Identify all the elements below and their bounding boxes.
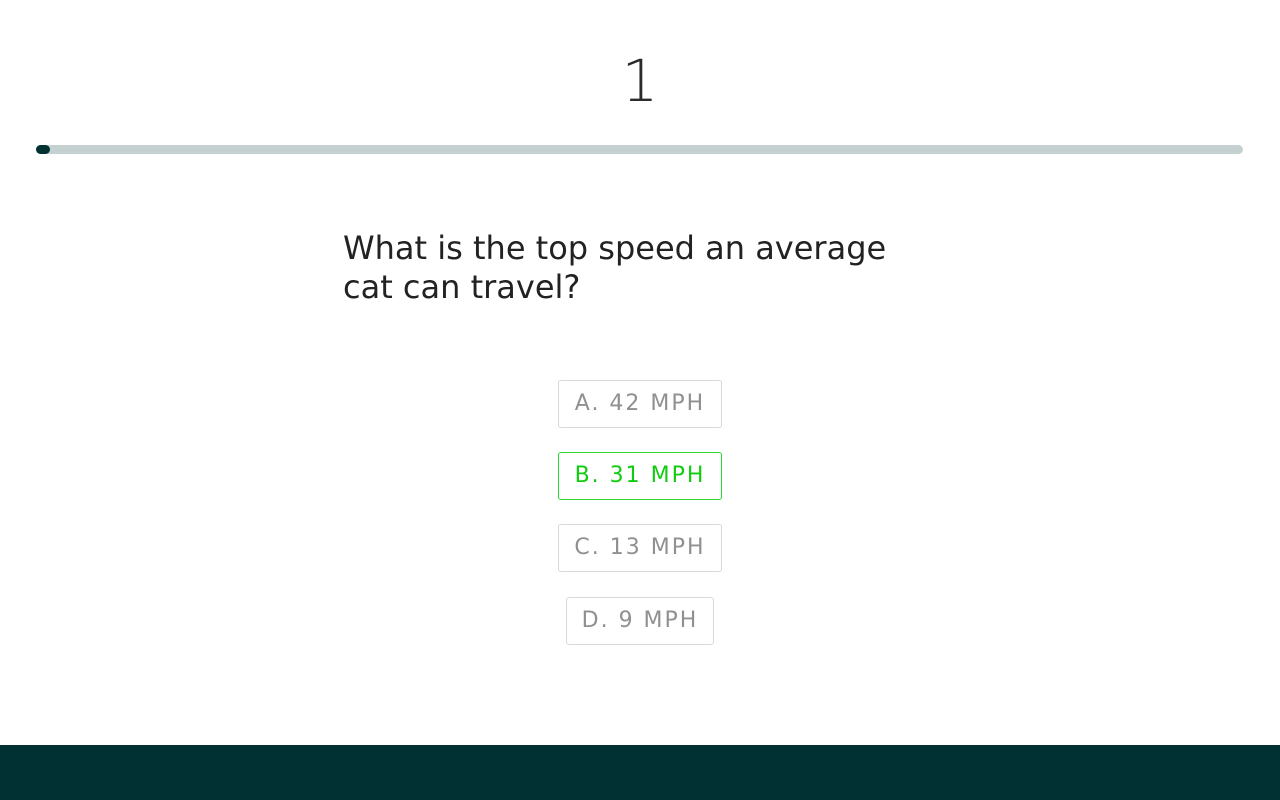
answer-option-c[interactable]: C. 13 MPH	[558, 524, 722, 572]
quiz-page: 1 What is the top speed an average cat c…	[0, 0, 1280, 800]
question-number: 1	[621, 47, 659, 115]
answer-option-a[interactable]: A. 42 MPH	[558, 380, 722, 428]
progress-bar	[36, 145, 1243, 154]
answer-option-d[interactable]: D. 9 MPH	[566, 597, 714, 645]
progress-bar-fill	[36, 145, 50, 154]
answer-option-b[interactable]: B. 31 MPH	[558, 452, 722, 500]
footer-bar	[0, 745, 1280, 800]
answer-options: A. 42 MPH B. 31 MPH C. 13 MPH D. 9 MPH	[0, 380, 1280, 645]
question-text: What is the top speed an average cat can…	[343, 229, 887, 306]
